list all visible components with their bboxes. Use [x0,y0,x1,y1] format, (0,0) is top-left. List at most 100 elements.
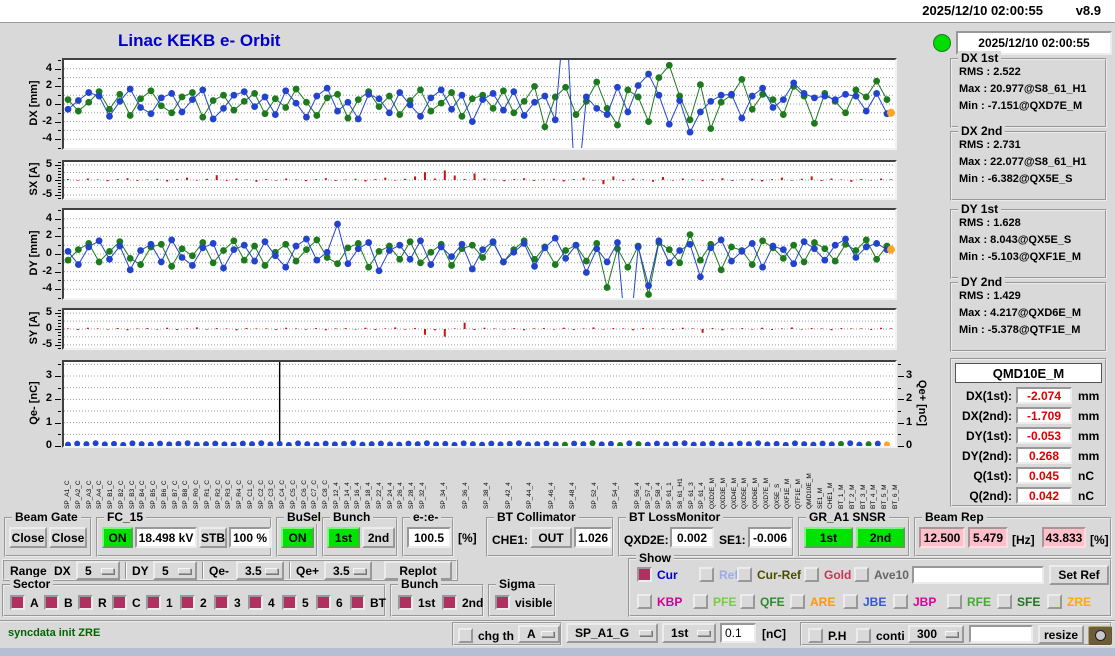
qmd-row-value: -2.074 [1016,387,1072,404]
show-checkbox-qfe[interactable]: QFE [740,594,785,609]
bt-collimator-group: BT Collimator CHE1: OUT 1.026 [486,510,614,557]
status-message: syncdata init ZRE [8,627,101,639]
bpm-name-label: SP_44_4 [526,482,534,509]
chg-th-select[interactable]: A [518,625,560,643]
show-checkbox-pfe[interactable]: PFE [693,594,736,609]
sector-checkbox-1[interactable]: 1 [146,595,173,610]
show-checkbox-sfe[interactable]: SFE [997,594,1040,609]
sector-checkbox-a[interactable]: A [10,595,39,610]
busel-on-button[interactable]: ON [281,527,314,548]
y-minor-tick-right [898,364,901,366]
show-checkbox-cur-ref[interactable]: Cur-Ref [737,567,801,582]
y-axis-title: DY [mm] [28,230,40,276]
sector-checkbox-3[interactable]: 3 [214,595,241,610]
y-minor-tick [58,86,61,88]
fc15-stb-button[interactable]: STB [199,527,227,548]
gr-snsr-2nd-button[interactable]: 2nd [856,527,905,548]
bpm-name-label: SP_A4_C [96,480,104,509]
checkbox-label: JBP [913,594,937,609]
sector-checkbox-2[interactable]: 2 [180,595,207,610]
bunch-number-select[interactable]: 1st [662,623,716,643]
bpm-name-label: SP_R1_C [203,480,211,509]
bpm-name-label: QXD6E_M [752,477,760,509]
conti-checkbox[interactable]: conti [856,628,905,643]
qmd-row-unit: mm [1078,389,1100,403]
bpm-name-label: SP_B7_C [171,480,179,509]
camera-icon[interactable] [1088,626,1112,645]
range-dx-select[interactable]: 5 [76,561,120,580]
checkbox-label: 4 [268,595,275,610]
show-checkbox-gold[interactable]: Gold [804,567,851,582]
sector-checkbox-bt[interactable]: BT [350,595,386,610]
window-titlebar: 2025/12/10 02:00:55 v8.9 [0,0,1115,23]
y-minor-tick [58,165,61,166]
sector-checkbox-b[interactable]: B [44,595,73,610]
fc15-on-button[interactable]: ON [102,527,133,548]
show-checkbox-kbp[interactable]: KBP [637,594,682,609]
show-checkbox-rfe[interactable]: RFE [947,594,991,609]
ref-name-input[interactable] [912,566,1044,584]
threshold-input[interactable]: 0.1 [720,623,756,643]
status-green-dot [933,34,951,52]
checkbox-indicator [282,595,297,610]
beam-gate-close-2-button[interactable]: Close [49,527,87,548]
che1-out-button[interactable]: OUT [530,527,572,548]
y-minor-tick [58,227,61,229]
page-title: Linac KEKB e- Orbit [118,31,281,50]
sector-checkbox-r[interactable]: R [78,595,107,610]
show-checkbox-cur[interactable]: Cur [637,567,678,582]
checkbox-label: 2 [200,595,207,610]
range-qem-select[interactable]: 3.5 [236,561,284,580]
sp-monitor-select[interactable]: SP_A1_G [566,623,658,643]
beam-gate-close-1-button[interactable]: Close [9,527,47,548]
y-minor-tick [58,104,61,105]
beam-rep-legend: Beam Rep [922,510,987,524]
checkbox-label: Cur [657,567,678,582]
show-checkbox-zre[interactable]: ZRE [1047,594,1091,609]
bottom-strip [0,648,1115,656]
checkbox-label: visible [515,595,553,610]
range-dy-label: DY [132,564,149,578]
points-select[interactable]: 300 [908,625,964,643]
sector-checkbox-5[interactable]: 5 [282,595,309,610]
resize-button[interactable]: resize [1038,625,1084,644]
bunch-2nd-button[interactable]: 2nd [362,527,395,548]
sector-checkbox-c[interactable]: C [112,595,141,610]
bunch-1st-button[interactable]: 1st [327,527,360,548]
extra-input[interactable] [969,625,1033,643]
show-checkbox-ave10[interactable]: Ave10 [854,567,909,582]
show-checkbox-ref[interactable]: Ref [699,567,738,582]
show-checkbox-jbe[interactable]: JBE [843,594,886,609]
y-minor-tick [58,329,61,330]
chg-th-checkbox[interactable]: chg th [458,628,514,643]
range-qep-select[interactable]: 3.5 [324,561,372,580]
threshold-unit: [nC] [762,627,786,641]
range-dy-select[interactable]: 5 [153,561,197,580]
y-minor-tick [58,325,61,327]
y-minor-tick [58,192,61,193]
sigma-visible-checkbox[interactable]: visible [495,595,552,610]
bunch-checkbox-2nd[interactable]: 2nd [442,595,483,610]
y-minor-tick [58,139,61,141]
checkbox-label: Ave10 [874,567,909,582]
set-ref-button[interactable]: Set Ref [1049,565,1109,585]
checkbox-label: QFE [760,594,785,609]
bunch-checkbox-1st[interactable]: 1st [398,595,435,610]
show-checkbox-are[interactable]: ARE [790,594,835,609]
ph-checkbox[interactable]: P.H [808,628,846,643]
y-minor-tick [58,289,61,291]
bpm-name-label: SP_A1_C [64,480,71,509]
sector-checkbox-6[interactable]: 6 [316,595,343,610]
checkbox-indicator [248,595,263,610]
sector-checkbox-4[interactable]: 4 [248,595,275,610]
bpm-name-label: SP_28_4 [408,482,416,509]
show-checkbox-jbp[interactable]: JBP [893,594,936,609]
beam-rep-hz2-value: 5.479 [968,527,1008,548]
checkbox-indicator [854,567,869,582]
bpm-name-label: SP_C5_C [289,480,297,509]
bpm-name-label: QXD5E_M [741,477,749,509]
gr-snsr-1st-button[interactable]: 1st [804,527,853,548]
stat-line: Min : -5.103@QXF1E_M [959,251,1081,263]
beam-rep-pct-unit: [%] [1090,533,1109,547]
bpm-name-label: SP_57_4 [644,482,652,509]
